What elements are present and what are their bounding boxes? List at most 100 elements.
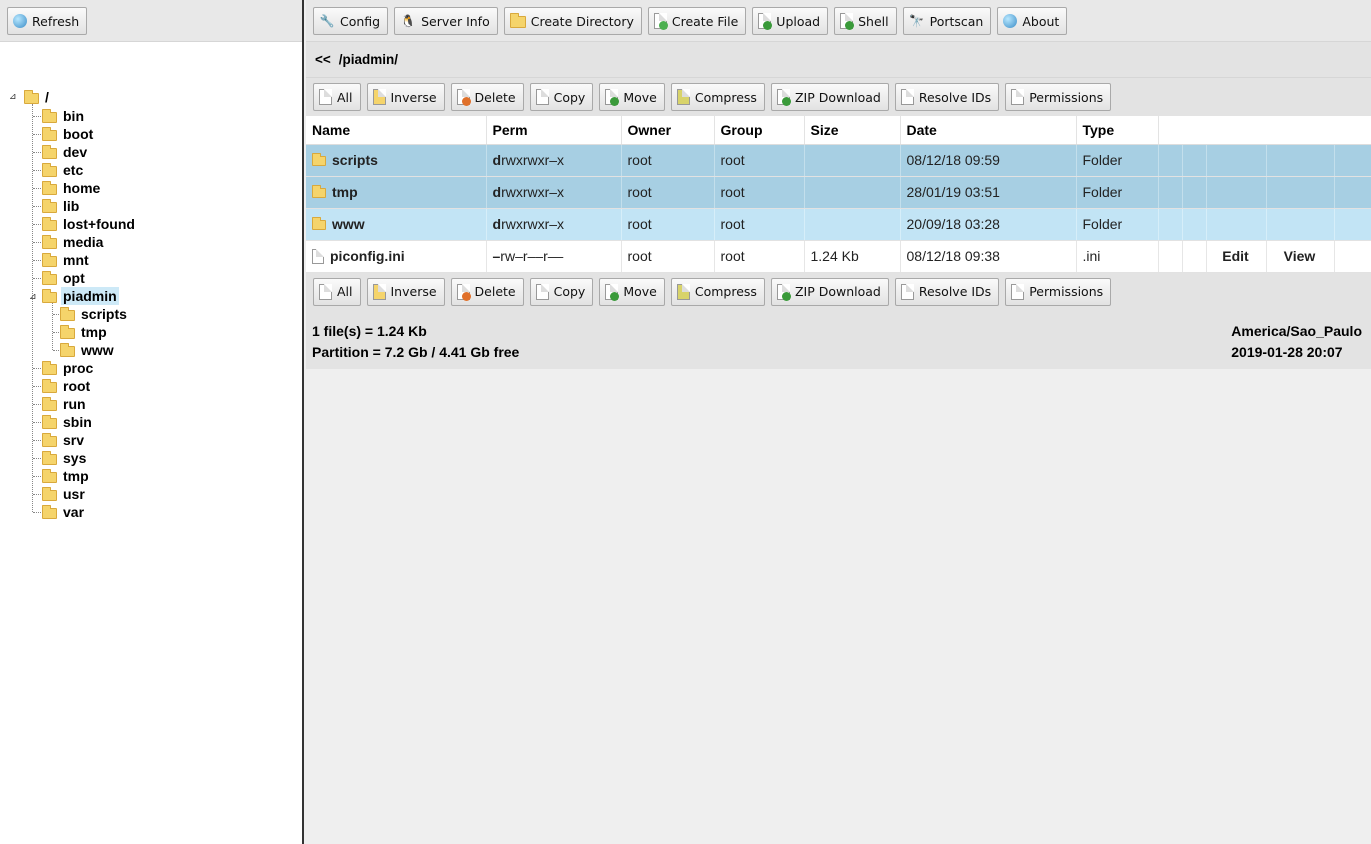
server-info-button[interactable]: 🐧 Server Info: [394, 7, 498, 35]
move-button[interactable]: Move: [599, 277, 665, 306]
zip-download-button[interactable]: ZIP Download: [770, 277, 889, 306]
tree-item-sys[interactable]: sys: [42, 449, 88, 467]
tree-item-srv[interactable]: srv: [42, 431, 86, 449]
file-name[interactable]: scripts: [312, 152, 485, 168]
tree-item-lib[interactable]: lib: [42, 197, 81, 215]
partition-summary: Partition = 7.2 Gb / 4.41 Gb free: [312, 343, 520, 360]
delete-button[interactable]: Delete: [450, 83, 524, 111]
tree-item-etc[interactable]: etc: [42, 161, 85, 179]
column-header-type[interactable]: Type: [1076, 116, 1159, 145]
tree-item-sbin[interactable]: sbin: [42, 413, 94, 431]
perm-cell[interactable]: drwxrwxr–x: [486, 144, 622, 177]
create-file-button[interactable]: Create File: [647, 7, 747, 35]
tree-item-home[interactable]: home: [42, 179, 102, 197]
compress-button[interactable]: Compress: [670, 83, 765, 111]
collapse-toggle-icon[interactable]: ⊿: [29, 291, 37, 302]
tree-item-piadmin[interactable]: piadmin: [42, 287, 119, 305]
tree-item-run[interactable]: run: [42, 395, 88, 413]
tree-item-piadmin-tmp[interactable]: tmp: [60, 323, 109, 341]
folder-icon: [60, 324, 75, 339]
owner-cell: root: [621, 176, 715, 209]
column-header-size[interactable]: Size: [804, 116, 901, 145]
group-cell: root: [714, 240, 805, 273]
upload-icon: [758, 13, 773, 30]
zip-download-button[interactable]: ZIP Download: [770, 83, 889, 111]
folder-icon: [42, 432, 57, 447]
permissions-icon: [1011, 283, 1025, 300]
table-row[interactable]: piconfig.ini –rw–r––r–– root root 1.24 K…: [306, 240, 1371, 273]
tree-item-dev[interactable]: dev: [42, 143, 89, 161]
copy-button[interactable]: Copy: [529, 83, 594, 111]
shell-button[interactable]: Shell: [834, 7, 897, 35]
date-cell: 28/01/19 03:51: [900, 176, 1077, 209]
date-cell: 20/09/18 03:28: [900, 208, 1077, 241]
tree-item-scripts[interactable]: scripts: [60, 305, 129, 323]
tree-item-lost-found[interactable]: lost+found: [42, 215, 137, 233]
back-link[interactable]: <<: [315, 52, 331, 67]
refresh-button[interactable]: Refresh: [7, 7, 88, 35]
column-header-name[interactable]: Name: [306, 116, 487, 145]
tree-item-usr[interactable]: usr: [42, 485, 87, 503]
portscan-button[interactable]: 🔭 Portscan: [902, 7, 992, 35]
select-all-button[interactable]: All: [313, 277, 361, 306]
penguin-icon: 🐧: [400, 14, 416, 28]
resolve-ids-icon: [900, 89, 914, 105]
tree-item-boot[interactable]: boot: [42, 125, 95, 143]
upload-button[interactable]: Upload: [752, 7, 829, 35]
tree-item-proc[interactable]: proc: [42, 359, 95, 377]
tree-panel: Refresh ⊿ / bin boot dev etc home lib lo…: [0, 0, 304, 844]
inverse-button[interactable]: Inverse: [366, 83, 445, 111]
tree-item-root[interactable]: /: [24, 88, 51, 106]
file-name[interactable]: piconfig.ini: [312, 248, 485, 264]
left-toolbar: Refresh: [0, 0, 302, 42]
resolve-ids-button[interactable]: Resolve IDs: [894, 83, 1000, 111]
tree-item-mnt[interactable]: mnt: [42, 251, 91, 269]
file-icon: [312, 248, 324, 264]
tree-item-www[interactable]: www: [60, 341, 116, 359]
copy-button[interactable]: Copy: [529, 277, 594, 306]
select-all-button[interactable]: All: [313, 83, 361, 111]
group-cell: root: [714, 144, 805, 177]
binoculars-icon: 🔭: [909, 14, 925, 28]
perm-cell[interactable]: drwxrwxr–x: [486, 176, 622, 209]
tree-item-opt[interactable]: opt: [42, 269, 87, 287]
permissions-button[interactable]: Permissions: [1005, 277, 1112, 306]
table-row[interactable]: www drwxrwxr–x root root 20/09/18 03:28 …: [306, 208, 1371, 241]
table-row[interactable]: scripts drwxrwxr–x root root 08/12/18 09…: [306, 144, 1371, 177]
column-header-owner[interactable]: Owner: [621, 116, 715, 145]
file-name[interactable]: www: [312, 216, 485, 232]
view-link[interactable]: View: [1266, 240, 1335, 273]
move-button[interactable]: Move: [599, 83, 665, 111]
folder-icon: [42, 504, 57, 519]
inverse-button[interactable]: Inverse: [366, 277, 445, 306]
tree-item-tmp[interactable]: tmp: [42, 467, 91, 485]
edit-link[interactable]: Edit: [1206, 240, 1267, 273]
resolve-ids-button[interactable]: Resolve IDs: [894, 277, 1000, 306]
table-row[interactable]: tmp drwxrwxr–x root root 28/01/19 03:51 …: [306, 176, 1371, 209]
folder-icon: [42, 450, 57, 465]
permissions-button[interactable]: Permissions: [1005, 83, 1112, 111]
perm-cell[interactable]: drwxrwxr–x: [486, 208, 622, 241]
about-button[interactable]: About: [997, 7, 1068, 35]
column-header-actions: [1158, 116, 1371, 145]
file-name[interactable]: tmp: [312, 184, 485, 200]
size-cell: [804, 144, 901, 177]
type-cell: Folder: [1076, 208, 1159, 241]
delete-button[interactable]: Delete: [450, 277, 524, 306]
config-button[interactable]: 🔧 Config: [313, 7, 389, 35]
breadcrumb: << /piadmin/: [306, 42, 1371, 78]
collapse-toggle-icon[interactable]: ⊿: [9, 91, 17, 102]
current-path[interactable]: /piadmin/: [339, 52, 398, 67]
select-all-icon: [319, 283, 332, 300]
column-header-group[interactable]: Group: [714, 116, 805, 145]
server-datetime: 2019-01-28 20:07: [1231, 343, 1343, 360]
column-header-perm[interactable]: Perm: [486, 116, 622, 145]
tree-item-root-dir[interactable]: root: [42, 377, 92, 395]
create-directory-button[interactable]: Create Directory: [503, 7, 642, 35]
compress-button[interactable]: Compress: [670, 277, 765, 306]
tree-item-var[interactable]: var: [42, 503, 86, 521]
perm-cell[interactable]: –rw–r––r––: [486, 240, 622, 273]
tree-item-media[interactable]: media: [42, 233, 105, 251]
tree-item-bin[interactable]: bin: [42, 107, 86, 125]
column-header-date[interactable]: Date: [900, 116, 1077, 145]
